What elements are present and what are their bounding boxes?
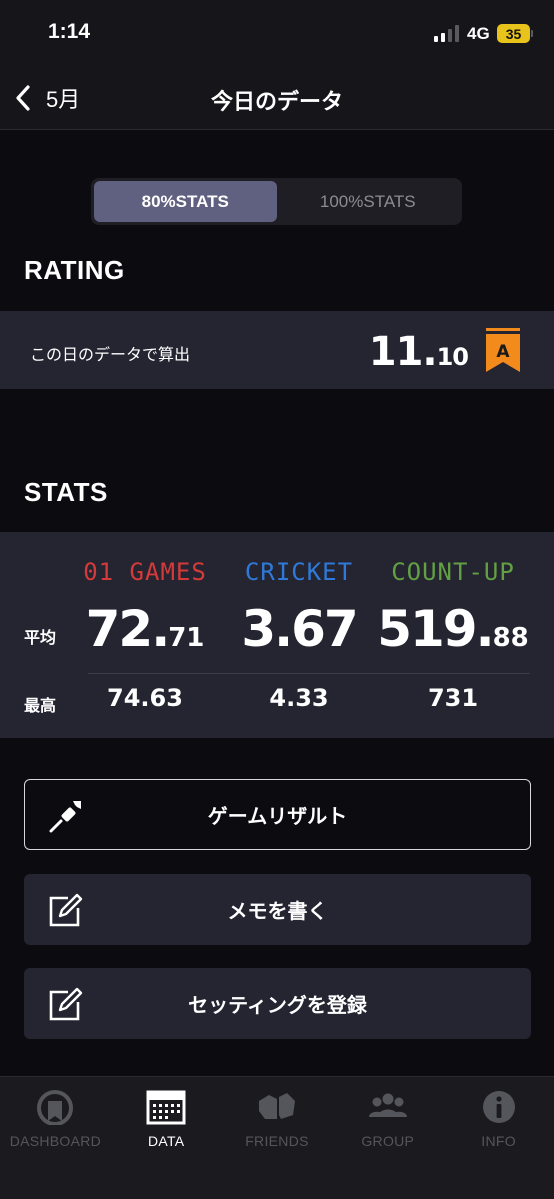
segment-80-stats[interactable]: 80%STATS — [94, 181, 277, 222]
calendar-icon — [146, 1090, 186, 1125]
tab-friends[interactable]: FRIENDS — [222, 1077, 333, 1199]
dashboard-icon — [37, 1090, 74, 1125]
info-icon — [482, 1091, 515, 1123]
page-title: 今日のデータ — [210, 89, 343, 114]
max-label: 最高 — [24, 698, 57, 715]
column-count-up: COUNT-UP — [391, 558, 515, 586]
write-memo-label: メモを書く — [227, 901, 328, 923]
tab-bar: DASHBOARD DATA FRIENDS GROUP INFO — [0, 1076, 554, 1199]
game-result-label: ゲームリザルト — [207, 806, 348, 828]
battery-tip — [531, 30, 533, 37]
column-cricket: CRICKET — [244, 558, 354, 586]
battery-icon: 35 — [497, 24, 530, 43]
write-memo-button[interactable]: メモを書く — [24, 874, 531, 945]
game-result-button[interactable]: ゲームリザルト — [24, 779, 531, 850]
column-01-games: 01 GAMES — [83, 558, 207, 586]
nav-bar: 今日のデータ 5月 — [0, 66, 554, 130]
tab-label: FRIENDS — [245, 1133, 309, 1149]
stats-heading: STATS — [24, 477, 108, 507]
chevron-left-icon — [16, 85, 30, 111]
tab-label: GROUP — [361, 1133, 415, 1149]
back-label: 5月 — [46, 87, 81, 112]
status-time: 1:14 — [48, 20, 91, 43]
rating-value: 11.10 — [368, 329, 469, 375]
network-type: 4G — [467, 24, 490, 43]
avg-label: 平均 — [24, 630, 57, 647]
register-setting-button[interactable]: セッティングを登録 — [24, 968, 531, 1039]
friends-icon — [258, 1093, 295, 1119]
tab-label: DASHBOARD — [9, 1133, 102, 1149]
avg-cricket: 3.67 — [241, 600, 358, 658]
edit-icon — [49, 987, 83, 1021]
max-01-games: 74.63 — [107, 684, 183, 712]
tab-data[interactable]: DATA — [111, 1077, 222, 1199]
rating-row: この日のデータで算出 11.10 — [0, 311, 554, 389]
stats-divider — [88, 673, 530, 674]
rating-heading: RATING — [24, 255, 125, 285]
register-setting-label: セッティングを登録 — [188, 995, 367, 1017]
tab-info[interactable]: INFO — [443, 1077, 554, 1199]
dart-icon — [49, 801, 81, 833]
avg-01-games: 72.71 — [85, 600, 205, 658]
rating-flag-icon: A — [486, 328, 520, 372]
max-count-up: 731 — [427, 684, 479, 712]
signal-icon — [434, 24, 459, 42]
stats-mode-toggle: 80%STATS 100%STATS — [91, 178, 462, 225]
edit-icon — [49, 893, 83, 927]
flag-letter: A — [496, 342, 510, 362]
tab-label: INFO — [481, 1133, 516, 1149]
max-cricket: 4.33 — [269, 684, 329, 712]
tab-group[interactable]: GROUP — [332, 1077, 443, 1199]
rating-label: この日のデータで算出 — [30, 347, 191, 364]
avg-count-up: 519.88 — [377, 600, 529, 658]
status-bar: 1:14 4G 35 — [0, 0, 554, 66]
group-icon — [368, 1093, 407, 1117]
stats-panel: 01 GAMES CRICKET COUNT-UP 平均 72.71 3.67 … — [0, 532, 554, 738]
back-button[interactable]: 5月 — [14, 82, 80, 114]
tab-dashboard[interactable]: DASHBOARD — [0, 1077, 111, 1199]
segment-100-stats[interactable]: 100%STATS — [277, 181, 460, 222]
tab-label: DATA — [147, 1133, 185, 1149]
